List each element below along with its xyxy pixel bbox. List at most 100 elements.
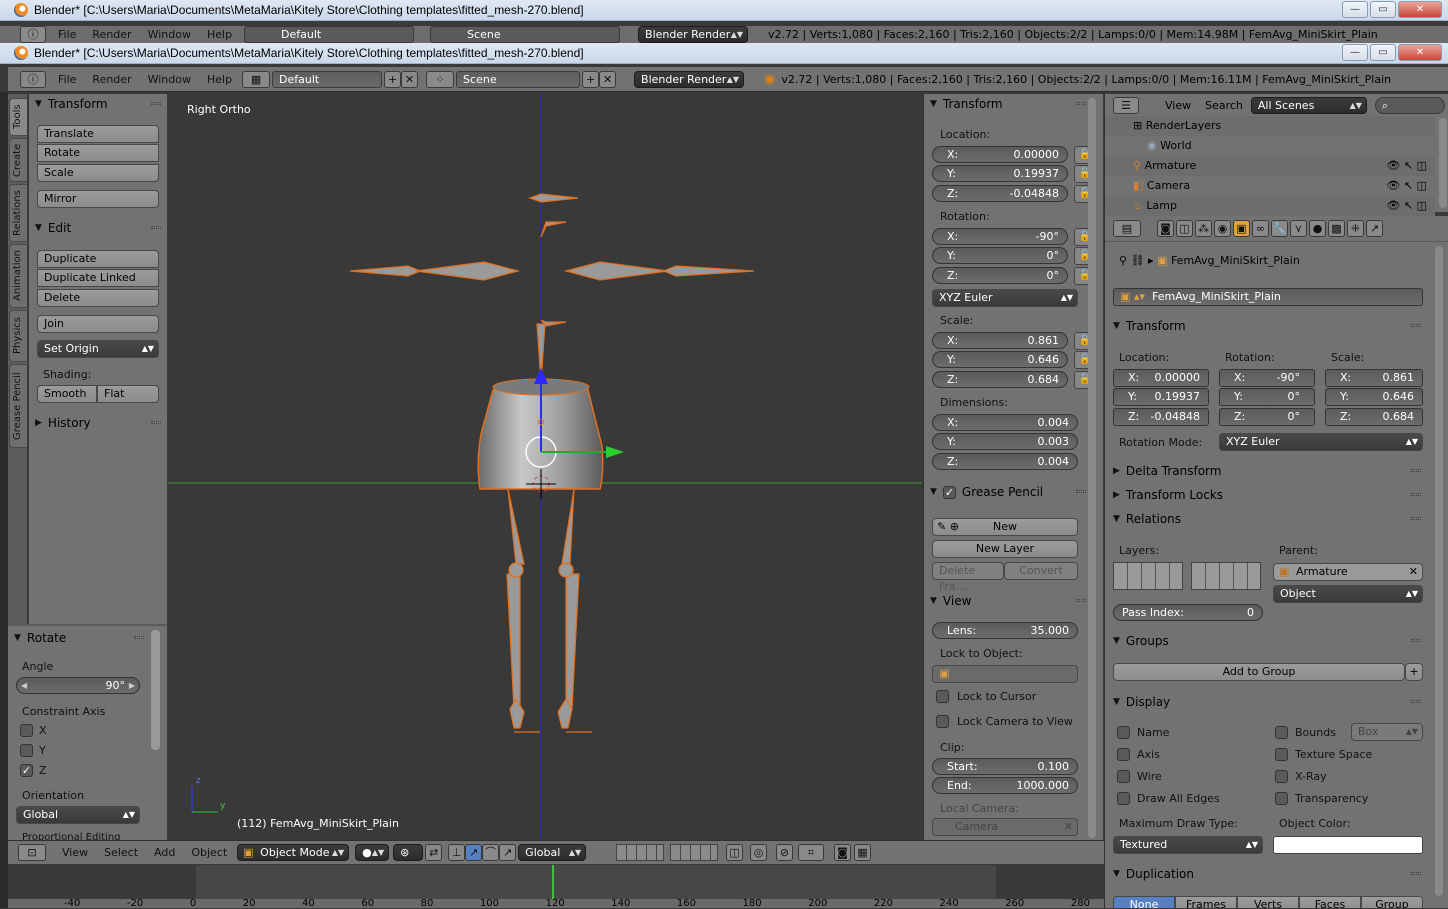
outliner-editor-icon[interactable]: ☰ — [1113, 96, 1139, 114]
prop-rotation-mode-dropdown[interactable]: XYZ Euler ▲▼ — [1219, 433, 1423, 451]
n-location-x[interactable]: X: 0.00000 — [932, 146, 1068, 163]
clip-end-field[interactable]: End: 1000.000 — [932, 777, 1078, 794]
snap-element-icon[interactable]: ⌗ — [798, 844, 824, 861]
scene-add-icon[interactable]: + — [582, 70, 600, 88]
modifiers-tab-icon[interactable]: 🔧 — [1271, 220, 1288, 237]
prop-rot-x[interactable]: X: -90° — [1219, 369, 1315, 387]
minimize-button[interactable]: — — [1342, 44, 1368, 61]
render-still-icon[interactable]: ◙ — [834, 844, 851, 861]
tab-tools[interactable]: Tools — [9, 98, 27, 136]
prop-rot-z[interactable]: Z: 0° — [1219, 408, 1315, 426]
back-close-button[interactable]: ✕ — [1398, 1, 1442, 18]
draw-all-edges-checkbox[interactable] — [1117, 792, 1130, 805]
outliner-view-menu[interactable]: View — [1165, 99, 1191, 112]
local-camera-field[interactable]: Camera ✕ — [932, 818, 1078, 836]
layout-add-icon[interactable]: + — [384, 70, 402, 88]
scale-manip-icon[interactable]: ↗ — [499, 844, 517, 861]
menu-object[interactable]: Object — [191, 846, 227, 859]
menu-help[interactable]: Help — [207, 73, 232, 86]
back-menu-render[interactable]: Render — [92, 28, 131, 41]
shading-dropdown[interactable]: ● ▲▼ — [355, 844, 390, 861]
world-tab-icon[interactable]: ◉ — [1214, 220, 1231, 237]
physics-tab-icon[interactable]: ↗ — [1366, 220, 1383, 237]
bounds-checkbox[interactable] — [1275, 726, 1288, 739]
n-scale-z[interactable]: Z: 0.684 — [932, 371, 1068, 388]
properties-editor-icon[interactable]: ▤ — [1113, 220, 1141, 237]
n-rotation-x[interactable]: X: -90° — [932, 228, 1068, 245]
lock-camera-checkbox[interactable] — [936, 715, 949, 728]
n-scale-x[interactable]: X: 0.861 — [932, 332, 1068, 349]
maximize-button[interactable]: ▭ — [1370, 44, 1396, 61]
render-anim-icon[interactable]: ▦ — [854, 844, 871, 861]
parent-field[interactable]: ▣ Armature ✕ — [1273, 563, 1423, 581]
scale-manipulator-icon[interactable]: ⌒ — [482, 844, 500, 861]
constraints-tab-icon[interactable]: ∞ — [1252, 220, 1269, 237]
n-dim-z[interactable]: Z: 0.004 — [932, 453, 1078, 470]
menu-render[interactable]: Render — [92, 73, 131, 86]
display-header[interactable]: ▼ Display — [1107, 692, 1427, 712]
n-rotation-mode-dropdown[interactable]: XYZ Euler ▲▼ — [932, 289, 1078, 307]
close-button[interactable]: ✕ — [1398, 44, 1442, 61]
dup-frames-button[interactable]: Frames — [1175, 896, 1237, 908]
prop-transform-header[interactable]: ▼ Transform — [1107, 316, 1427, 336]
tab-relations[interactable]: Relations — [9, 184, 27, 242]
layout-remove-icon[interactable]: ✕ — [401, 70, 419, 88]
prop-loc-y[interactable]: Y: 0.19937 — [1113, 388, 1209, 406]
data-tab-icon[interactable]: ⋎ — [1290, 220, 1307, 237]
tab-animation[interactable]: Animation — [9, 244, 27, 308]
material-tab-icon[interactable]: ● — [1309, 220, 1326, 237]
grease-new-button[interactable]: ✎ ⊕ New — [932, 518, 1078, 536]
npanel-scrollbar[interactable] — [1088, 98, 1096, 838]
n-dim-y[interactable]: Y: 0.003 — [932, 433, 1078, 450]
smooth-button[interactable]: Smooth — [37, 385, 97, 403]
menu-add[interactable]: Add — [154, 846, 175, 859]
back-engine-dropdown[interactable]: Blender Render ▲▼ — [638, 26, 749, 43]
dup-faces-button[interactable]: Faces — [1299, 896, 1361, 908]
texture-space-checkbox[interactable] — [1275, 748, 1288, 761]
mode-dropdown[interactable]: ▣ Object Mode ▲▼ — [237, 844, 350, 861]
display-wire-checkbox[interactable] — [1117, 770, 1130, 783]
rotate-manipulator-icon[interactable]: ↗ — [465, 844, 483, 861]
max-draw-dropdown[interactable]: Textured ▲▼ — [1113, 836, 1263, 854]
duplicate-linked-button[interactable]: Duplicate Linked — [37, 269, 159, 287]
tab-physics[interactable]: Physics — [9, 310, 27, 362]
parent-type-dropdown[interactable]: Object ▲▼ — [1273, 585, 1423, 603]
dup-group-button[interactable]: Group — [1361, 896, 1423, 908]
mirror-button[interactable]: Mirror — [37, 190, 159, 208]
outliner-search-menu[interactable]: Search — [1205, 99, 1243, 112]
view-panel-header[interactable]: ▼ View — [924, 591, 1092, 611]
n-rotation-z[interactable]: Z: 0° — [932, 267, 1068, 284]
translate-button[interactable]: Translate — [37, 125, 159, 143]
prop-loc-z[interactable]: Z: -0.04848 — [1113, 408, 1209, 426]
back-menu-help[interactable]: Help — [207, 28, 232, 41]
convert-button[interactable]: Convert — [1004, 562, 1078, 580]
layers-grid-a[interactable] — [1113, 562, 1183, 590]
new-layer-button[interactable]: New Layer — [932, 540, 1078, 558]
back-menu-window[interactable]: Window — [148, 28, 191, 41]
display-name-checkbox[interactable] — [1117, 726, 1130, 739]
menu-select[interactable]: Select — [104, 846, 138, 859]
scene-icon[interactable]: ⁘ — [426, 70, 455, 88]
back-menu-file[interactable]: File — [58, 28, 76, 41]
layer-buttons-b[interactable] — [670, 844, 718, 861]
history-panel-header[interactable]: ▶ History — [29, 413, 167, 433]
add-to-group-button[interactable]: Add to Group — [1113, 663, 1405, 681]
prop-rot-y[interactable]: Y: 0° — [1219, 388, 1315, 406]
flat-button[interactable]: Flat — [97, 385, 159, 403]
groups-header[interactable]: ▼ Groups — [1107, 631, 1427, 651]
display-axis-checkbox[interactable] — [1117, 748, 1130, 761]
object-name-field[interactable]: ▣ ▴▾ FemAvg_MiniSkirt_Plain — [1113, 288, 1423, 306]
delta-transform-header[interactable]: ▶ Delta Transform — [1107, 461, 1427, 481]
transform-locks-header[interactable]: ▶ Transform Locks — [1107, 485, 1427, 505]
texture-tab-icon[interactable]: ▩ — [1328, 220, 1345, 237]
dup-none-button[interactable]: None — [1113, 896, 1175, 908]
object-tab-icon[interactable]: ▣ — [1233, 220, 1250, 237]
prop-scl-y[interactable]: Y: 0.646 — [1325, 388, 1423, 406]
menu-view[interactable]: View — [62, 846, 88, 859]
n-transform-header[interactable]: ▼ Transform — [924, 94, 1092, 114]
operator-panel-header[interactable]: ▼ Rotate — [8, 628, 158, 648]
layer-buttons-a[interactable] — [616, 844, 664, 861]
object-color-swatch[interactable] — [1273, 836, 1423, 854]
outliner-item-world[interactable]: ◉ World — [1105, 136, 1435, 156]
transform-orientation-dropdown[interactable]: Global ▲▼ — [518, 844, 587, 861]
